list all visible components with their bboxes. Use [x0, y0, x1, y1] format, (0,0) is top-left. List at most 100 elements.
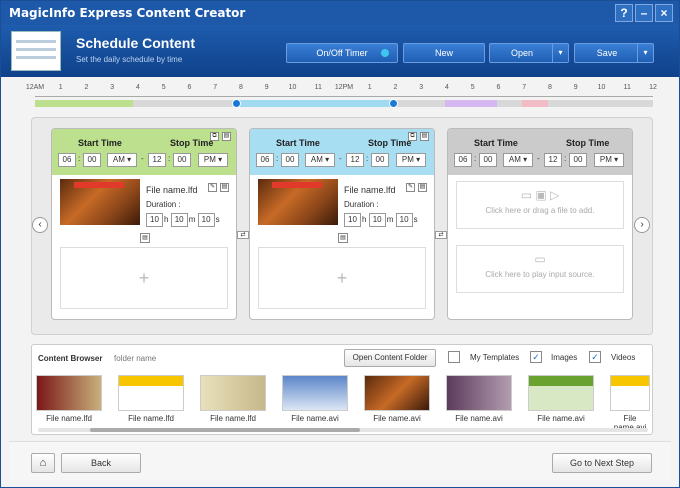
chevron-down-icon: ▾: [523, 155, 528, 164]
colon: :: [168, 154, 171, 163]
back-button[interactable]: Back: [61, 453, 141, 473]
duration-minutes-input[interactable]: 10: [170, 213, 188, 227]
start-minute-input[interactable]: 00: [281, 153, 299, 167]
help-button[interactable]: ?: [615, 4, 633, 22]
onoff-timer-button[interactable]: On/Off Timer: [286, 43, 398, 63]
timeline-tick: 11: [314, 84, 322, 91]
timeline-tick: 2: [84, 84, 89, 91]
start-minute-input[interactable]: 00: [83, 153, 101, 167]
link-icon[interactable]: ⇄: [237, 231, 249, 239]
input-source-area[interactable]: ▭ Click here to play input source.: [456, 245, 624, 293]
start-ampm-select[interactable]: AM ▾: [107, 153, 137, 167]
browser-item[interactable]: File name.avi: [280, 375, 350, 423]
close-button[interactable]: ×: [655, 4, 673, 22]
duration-minutes-input[interactable]: 10: [368, 213, 386, 227]
duration-hours-input[interactable]: 10: [344, 213, 361, 227]
item-name: File name.lfd: [128, 414, 174, 423]
start-ampm-select[interactable]: AM ▾: [305, 153, 335, 167]
timeline-segment-blue[interactable]: [237, 100, 395, 107]
trash-icon[interactable]: ▤: [140, 233, 150, 243]
stop-minute-input[interactable]: 00: [173, 153, 191, 167]
timeline-segment-purple[interactable]: [445, 100, 497, 107]
browser-item[interactable]: File name.avi: [526, 375, 596, 423]
start-hour-input[interactable]: 06: [256, 153, 274, 167]
save-button[interactable]: Save ▾: [574, 43, 654, 63]
browser-item[interactable]: File name.lfd: [34, 375, 104, 423]
start-ampm-select[interactable]: AM ▾: [503, 153, 533, 167]
delete-icon[interactable]: ▤: [418, 183, 427, 192]
thumbnail: [446, 375, 512, 411]
stop-ampm-select[interactable]: PM ▾: [198, 153, 228, 167]
browser-item[interactable]: File name.avi: [608, 375, 652, 432]
delete-icon[interactable]: ▤: [222, 132, 231, 141]
timeline-tick: 6: [187, 84, 192, 91]
stop-ampm-select[interactable]: PM ▾: [594, 153, 624, 167]
edit-icon[interactable]: ✎: [208, 183, 217, 192]
chevron-down-icon: ▾: [325, 155, 330, 164]
open-button[interactable]: Open ▾: [489, 43, 569, 63]
horizontal-scrollbar[interactable]: [38, 428, 648, 432]
minutes-unit: m: [386, 215, 394, 224]
schedule-logo-icon: [11, 31, 61, 71]
start-hour-input[interactable]: 06: [58, 153, 76, 167]
stop-hour-input[interactable]: 12: [544, 153, 562, 167]
content-item[interactable]: File name.lfd ✎ ▤ Duration : 10 h 10 m 10 s: [60, 179, 229, 229]
schedule-card-1[interactable]: Start Time Stop Time ⧉ ▤ 06 : 00 AM ▾ - …: [51, 128, 237, 320]
edit-icon[interactable]: ✎: [406, 183, 415, 192]
add-content-area[interactable]: +: [60, 247, 228, 309]
open-content-folder-button[interactable]: Open Content Folder: [344, 349, 436, 367]
timeline-segment-pink[interactable]: [522, 100, 548, 107]
duration-hours-input[interactable]: 10: [146, 213, 163, 227]
dash: -: [339, 154, 342, 163]
delete-icon[interactable]: ▤: [220, 183, 229, 192]
link-icon[interactable]: ⇄: [435, 231, 447, 239]
browser-item[interactable]: File name.avi: [362, 375, 432, 423]
content-browser: Content Browser folder name Open Content…: [31, 344, 653, 435]
start-minute-input[interactable]: 00: [479, 153, 497, 167]
colon: :: [276, 154, 279, 163]
stop-minute-input[interactable]: 00: [569, 153, 587, 167]
my-templates-checkbox[interactable]: [448, 351, 460, 363]
videos-checkbox[interactable]: ✓: [589, 351, 601, 363]
copy-icon[interactable]: ⧉: [408, 132, 417, 141]
browser-item[interactable]: File name.lfd: [198, 375, 268, 423]
timeline-handle-end[interactable]: [389, 99, 398, 108]
browser-item[interactable]: File name.avi: [444, 375, 514, 423]
next-arrow-icon[interactable]: ›: [634, 217, 650, 233]
add-file-area[interactable]: ▭ ▣ ▷ Click here or drag a file to add.: [456, 181, 624, 229]
scrollbar-thumb[interactable]: [90, 428, 360, 432]
item-name: File name.avi: [373, 414, 421, 423]
timeline-tick: 10: [288, 84, 297, 91]
timeline-segment-green[interactable]: [35, 100, 133, 107]
chevron-down-icon[interactable]: ▾: [552, 44, 568, 62]
add-content-area[interactable]: +: [258, 247, 426, 309]
stop-hour-input[interactable]: 12: [346, 153, 364, 167]
schedule-card-3[interactable]: Start Time Stop Time 06 : 00 AM ▾ - 12 :…: [447, 128, 633, 320]
stop-ampm-select[interactable]: PM ▾: [396, 153, 426, 167]
stop-hour-input[interactable]: 12: [148, 153, 166, 167]
colon: :: [366, 154, 369, 163]
next-step-button[interactable]: Go to Next Step: [552, 453, 652, 473]
stop-minute-input[interactable]: 00: [371, 153, 389, 167]
start-hour-input[interactable]: 06: [454, 153, 472, 167]
images-label: Images: [551, 353, 578, 362]
trash-icon[interactable]: ▤: [338, 233, 348, 243]
ampm-value: AM: [310, 155, 323, 164]
start-time-label: Start Time: [78, 138, 122, 148]
content-item[interactable]: File name.lfd ✎ ▤ Duration : 10 h 10 m 10 s: [258, 179, 427, 229]
browser-item[interactable]: File name.lfd: [116, 375, 186, 423]
minimize-button[interactable]: –: [635, 4, 653, 22]
copy-icon[interactable]: ⧉: [210, 132, 219, 141]
new-button[interactable]: New: [403, 43, 485, 63]
timeline-handle-start[interactable]: [232, 99, 241, 108]
prev-arrow-icon[interactable]: ‹: [32, 217, 48, 233]
delete-icon[interactable]: ▤: [420, 132, 429, 141]
images-checkbox[interactable]: ✓: [530, 351, 542, 363]
chevron-down-icon[interactable]: ▾: [637, 44, 653, 62]
duration-seconds-input[interactable]: 10: [197, 213, 215, 227]
timeline[interactable]: 12AM 1 2 3 4 5 6 7 8 9 10 11 12PM 1 2 3 4 5 6 7 8 9 10 11 12: [21, 79, 657, 111]
schedule-card-2[interactable]: Start Time Stop Time ⧉ ▤ 06 : 00 AM ▾ - …: [249, 128, 435, 320]
chevron-down-icon: ▾: [218, 155, 223, 164]
home-icon[interactable]: ⌂: [31, 453, 55, 473]
duration-seconds-input[interactable]: 10: [395, 213, 413, 227]
